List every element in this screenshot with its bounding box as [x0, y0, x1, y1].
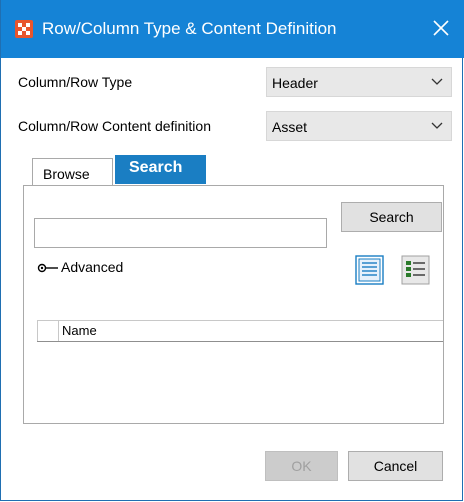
search-input[interactable] [34, 218, 327, 248]
content-select-value: Asset [272, 119, 308, 135]
content-label: Column/Row Content definition [18, 118, 211, 134]
chevron-down-icon [431, 122, 443, 129]
column-name-header[interactable]: Name [62, 323, 97, 339]
ok-button[interactable]: OK [265, 451, 338, 481]
detail-view-icon[interactable] [401, 255, 430, 285]
select-column[interactable] [37, 321, 59, 341]
type-label: Column/Row Type [18, 74, 133, 90]
search-button[interactable]: Search [341, 202, 442, 232]
content-select[interactable]: Asset [266, 111, 452, 141]
tab-search[interactable]: Search [115, 155, 206, 184]
title-bar: Row/Column Type & Content Definition [1, 0, 464, 58]
tab-browse[interactable]: Browse [32, 158, 113, 186]
window-title: Row/Column Type & Content Definition [42, 19, 337, 38]
advanced-toggle[interactable]: Advanced [37, 258, 123, 276]
app-grid-icon [15, 20, 33, 38]
chevron-down-icon [431, 78, 443, 85]
cancel-button[interactable]: Cancel [348, 451, 443, 481]
results-table-header: Name [37, 320, 443, 342]
dialog: Row/Column Type & Content Definition Col… [0, 0, 464, 501]
close-icon [433, 20, 449, 36]
type-select-value: Header [272, 75, 318, 91]
advanced-label: Advanced [61, 259, 124, 275]
type-select[interactable]: Header [266, 67, 452, 97]
list-view-icon[interactable] [355, 255, 384, 285]
close-button[interactable] [429, 14, 455, 42]
key-icon [37, 264, 58, 273]
